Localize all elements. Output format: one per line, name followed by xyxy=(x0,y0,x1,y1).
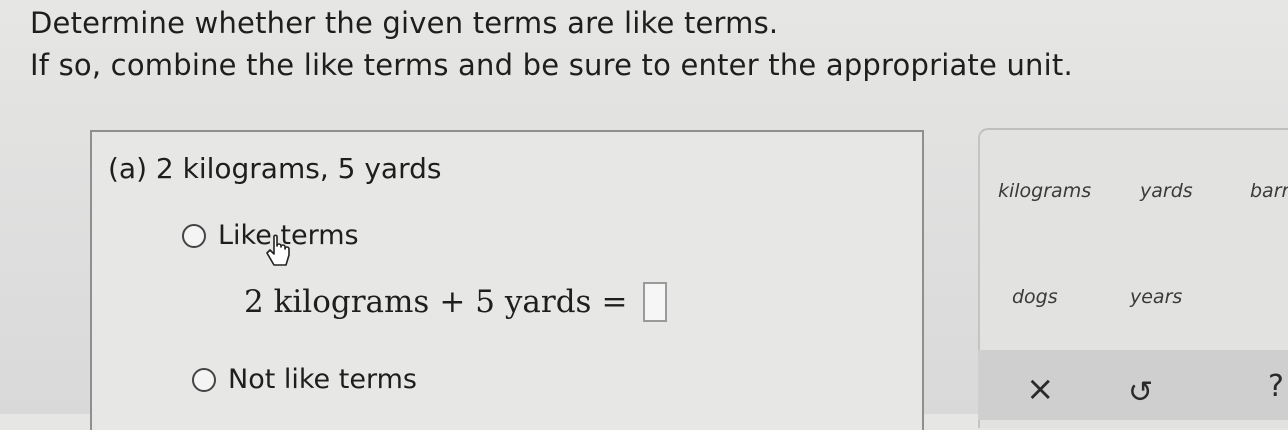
not-like-terms-label: Not like terms xyxy=(228,364,417,395)
mouse-cursor-icon xyxy=(266,234,290,266)
instruction-line-2: If so, combine the like terms and be sur… xyxy=(30,48,1073,82)
equation-plus: + xyxy=(439,284,466,320)
unit-years[interactable]: years xyxy=(1130,286,1182,308)
answer-input[interactable] xyxy=(643,282,668,322)
unit-dogs[interactable]: dogs xyxy=(1012,286,1058,308)
unit-barrels[interactable]: barr xyxy=(1250,180,1288,202)
unit-yards[interactable]: yards xyxy=(1140,180,1193,202)
not-like-terms-radio[interactable] xyxy=(192,367,216,392)
part-label: (a) 2 kilograms, 5 yards xyxy=(108,152,442,185)
instructions: Determine whether the given terms are li… xyxy=(30,2,1073,86)
action-bar: × ↺ ? xyxy=(978,350,1288,420)
equation-term-2: 5 yards xyxy=(475,284,592,320)
instruction-line-1: Determine whether the given terms are li… xyxy=(30,6,779,40)
like-terms-radio[interactable] xyxy=(182,223,206,248)
unit-kilograms[interactable]: kilograms xyxy=(998,180,1091,202)
question-box: (a) 2 kilograms, 5 yards Like terms 2 ki… xyxy=(90,130,924,430)
equation: 2 kilograms + 5 yards = xyxy=(244,282,668,322)
equation-equals: = xyxy=(601,284,628,320)
undo-icon[interactable]: ↺ xyxy=(1128,378,1153,408)
clear-icon[interactable]: × xyxy=(1026,372,1055,406)
help-icon[interactable]: ? xyxy=(1268,372,1284,402)
equation-term-1: 2 kilograms xyxy=(244,284,430,320)
option-not-like-terms[interactable]: Not like terms xyxy=(192,364,417,395)
